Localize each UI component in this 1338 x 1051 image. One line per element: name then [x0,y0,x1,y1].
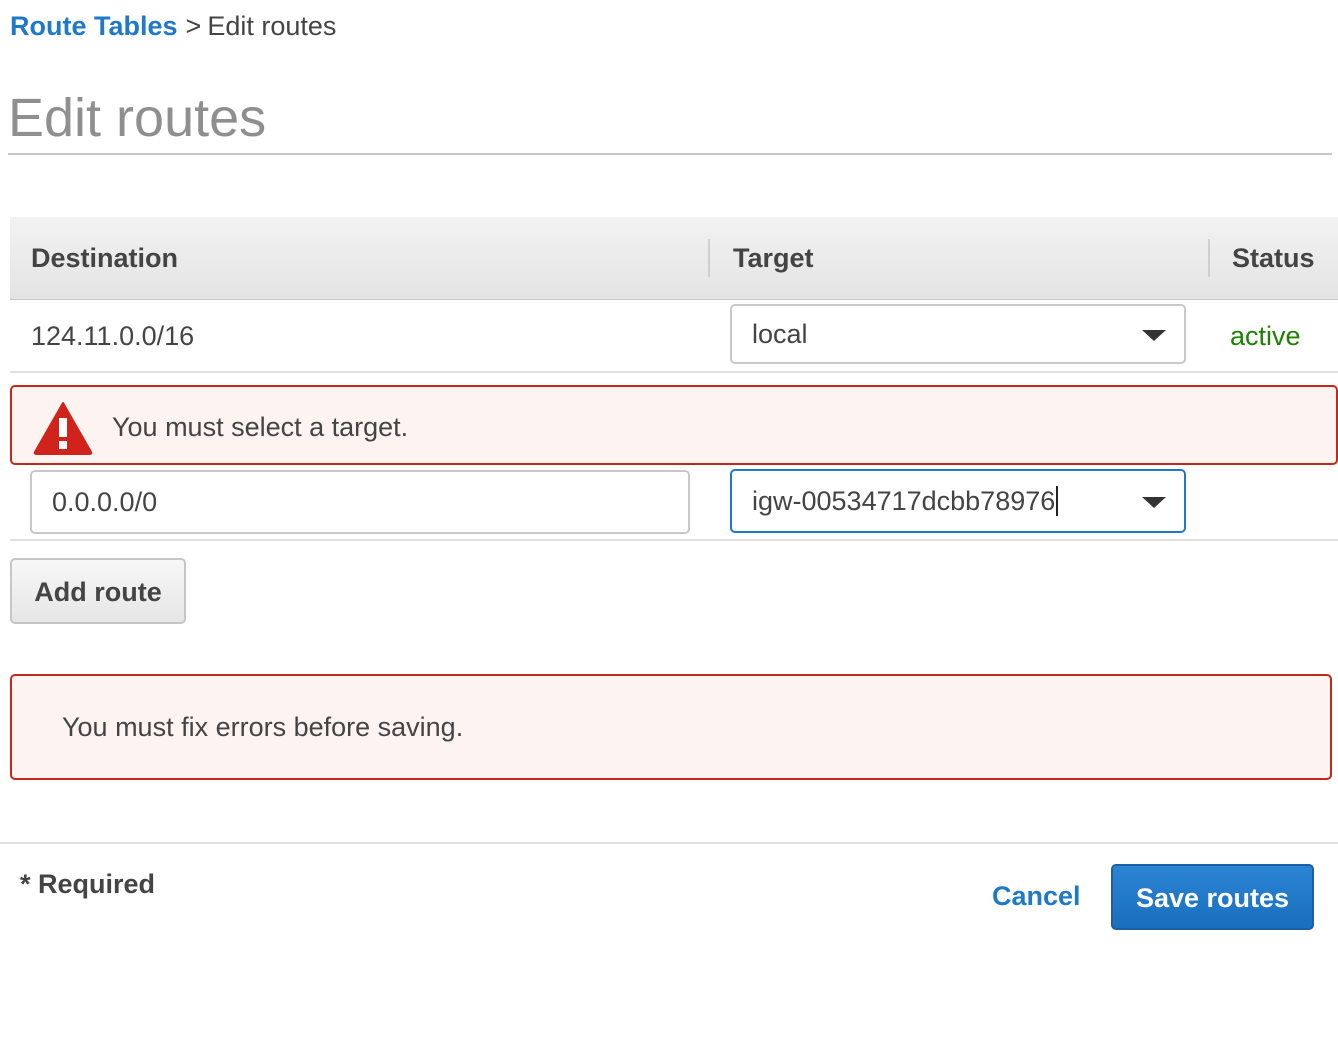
column-header-destination: Destination [31,243,179,273]
table-row: 124.11.0.0/16 local active [10,300,1338,373]
column-header-target: Target [733,243,814,273]
destination-input-value: 0.0.0.0/0 [52,487,158,517]
title-divider [8,153,1332,155]
column-divider [708,239,710,277]
status-badge: active [1230,321,1301,351]
row-error-message: You must select a target. [112,412,409,442]
page-title: Edit routes [8,88,267,148]
save-routes-button[interactable]: Save routes [1111,864,1314,930]
row-error-alert: You must select a target. [10,385,1338,465]
cancel-button[interactable]: Cancel [992,878,1081,914]
breadcrumb-current: Edit routes [207,11,337,41]
target-select-value: local [752,319,808,349]
column-header-status: Status [1232,243,1315,273]
target-combobox-value: igw-00534717dcbb78976 [752,486,1056,516]
table-header: Destination Target Status [10,217,1338,300]
form-error-message: You must fix errors before saving. [62,712,464,742]
table-row: 0.0.0.0/0 igw-00534717dcbb78976 [10,465,1338,541]
chevron-down-icon [1142,497,1166,508]
required-note: * Required [20,869,156,899]
breadcrumb-route-tables-link[interactable]: Route Tables [10,11,178,41]
form-error-alert: You must fix errors before saving. [10,674,1332,780]
column-divider [1208,239,1210,277]
text-cursor [1056,485,1059,516]
target-combobox[interactable]: igw-00534717dcbb78976 [730,469,1186,533]
edit-routes-page: Route Tables > Edit routes Edit routes Des… [0,0,1338,1051]
destination-cell: 124.11.0.0/16 [31,321,195,351]
add-route-button[interactable]: Add route [10,558,186,624]
routes-table: Destination Target Status 124.11.0.0/16 … [10,217,1338,541]
chevron-down-icon [1142,330,1166,341]
breadcrumb-separator: > [185,11,202,41]
footer-divider [0,842,1338,844]
breadcrumb: Route Tables > Edit routes [10,8,336,44]
target-select[interactable]: local [730,304,1186,364]
destination-input[interactable]: 0.0.0.0/0 [30,470,690,534]
warning-triangle-icon [33,402,93,455]
